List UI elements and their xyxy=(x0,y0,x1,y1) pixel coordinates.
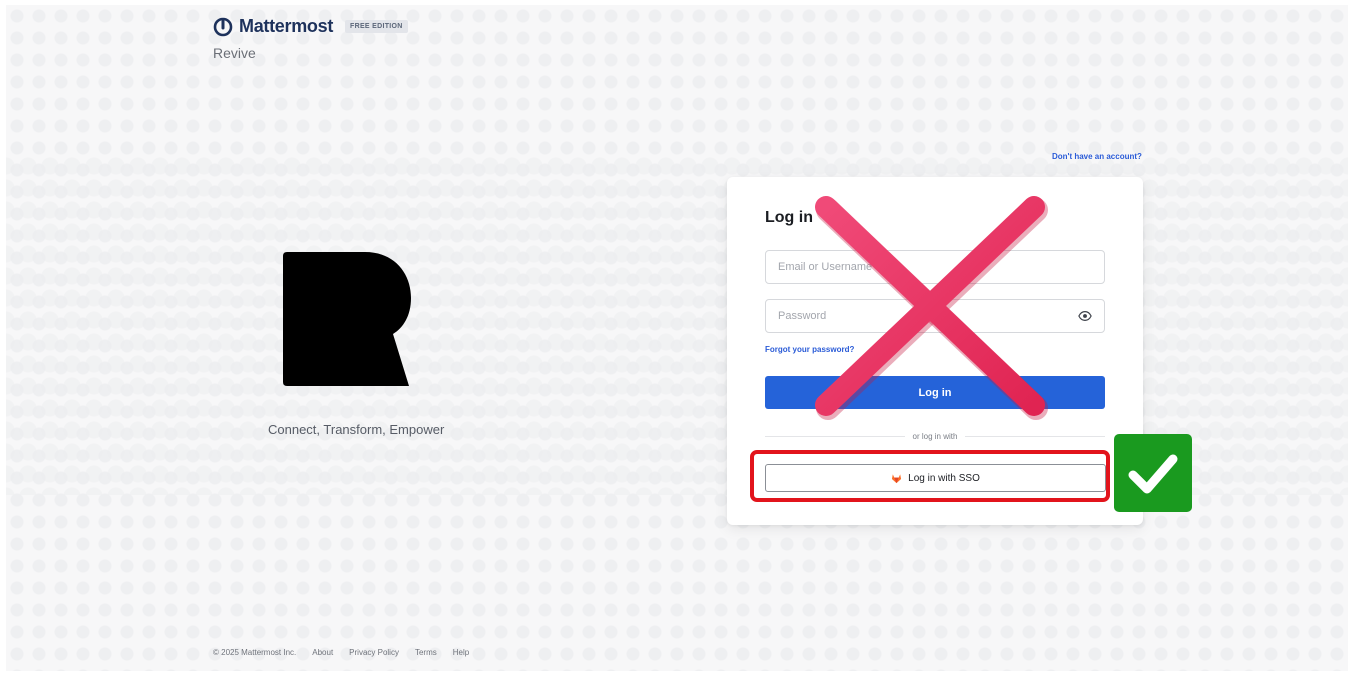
footer-link-help[interactable]: Help xyxy=(453,648,469,657)
checkmark-icon xyxy=(1128,454,1178,494)
footer-link-terms[interactable]: Terms xyxy=(415,648,437,657)
footer-copyright: © 2025 Mattermost Inc. xyxy=(213,648,297,657)
divider-line-left xyxy=(765,436,905,437)
brand-header: Mattermost FREE EDITION xyxy=(213,16,408,37)
edition-badge: FREE EDITION xyxy=(345,20,408,33)
tagline: Connect, Transform, Empower xyxy=(268,422,445,437)
workspace-name: Revive xyxy=(213,45,256,61)
cross-mark-icon xyxy=(815,196,1048,420)
divider-line-right xyxy=(965,436,1106,437)
login-page: Mattermost FREE EDITION Revive Connect, … xyxy=(6,5,1348,671)
sso-highlight-box xyxy=(750,450,1110,502)
footer: © 2025 Mattermost Inc. About Privacy Pol… xyxy=(213,648,469,657)
revive-r-logo xyxy=(283,252,411,386)
footer-link-about[interactable]: About xyxy=(312,648,333,657)
checkmark-badge xyxy=(1114,434,1192,512)
mattermost-logo-icon xyxy=(213,17,233,36)
sso-divider: or log in with xyxy=(765,432,1106,441)
signup-link[interactable]: Don't have an account? xyxy=(1052,152,1142,161)
footer-link-privacy[interactable]: Privacy Policy xyxy=(349,648,399,657)
eye-icon[interactable] xyxy=(1078,309,1092,323)
divider-text: or log in with xyxy=(912,432,958,441)
brand-name: Mattermost xyxy=(239,16,334,36)
